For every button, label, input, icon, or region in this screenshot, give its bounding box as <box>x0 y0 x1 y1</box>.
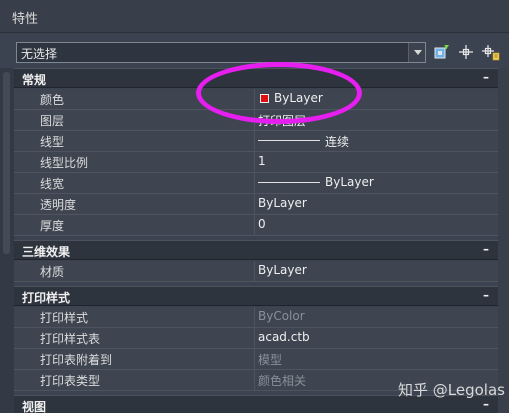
section-label: 常规 <box>22 73 47 87</box>
section-label: 三维效果 <box>22 245 71 259</box>
property-value-cell[interactable]: 1 <box>254 152 498 172</box>
lineweight-preview <box>258 182 320 183</box>
property-key: 厚度 <box>40 219 65 233</box>
property-key: 打印样式 <box>40 311 89 325</box>
property-key: 图层 <box>40 114 65 128</box>
property-key: 线宽 <box>40 177 65 191</box>
panel-side-strip <box>0 68 14 413</box>
property-key: 打印表类型 <box>40 374 101 388</box>
property-row-linetype[interactable]: 线型 连续 <box>14 131 498 152</box>
property-key: 线型比例 <box>40 156 89 170</box>
section-label: 打印样式 <box>22 291 71 305</box>
property-value-cell[interactable]: 模型 <box>254 349 498 369</box>
collapse-icon[interactable]: – <box>478 288 494 304</box>
panel-title: 特性 <box>12 12 39 27</box>
property-row-lineweight[interactable]: 线宽 ByLayer <box>14 173 498 194</box>
property-key: 打印样式表 <box>40 332 101 346</box>
property-row-plot-style[interactable]: 打印样式 ByColor <box>14 307 498 328</box>
property-value-cell[interactable]: 连续 <box>254 131 498 151</box>
collapse-icon[interactable]: – <box>478 242 494 258</box>
property-key: 透明度 <box>40 198 77 212</box>
property-row-linetype-scale[interactable]: 线型比例 1 <box>14 152 498 173</box>
property-value: ByColor <box>258 309 305 323</box>
property-value: 连续 <box>325 135 350 149</box>
property-key: 颜色 <box>40 93 65 107</box>
object-selector-dropdown[interactable]: 无选择 <box>16 42 426 63</box>
property-value-cell[interactable]: ByColor <box>254 307 498 327</box>
property-value: acad.ctb <box>258 330 310 344</box>
section-label: 视图 <box>22 400 47 413</box>
property-value-cell[interactable]: 0 <box>254 215 498 235</box>
section-plot-style[interactable]: 打印样式 – <box>14 286 498 306</box>
property-row-plot-table-attached[interactable]: 打印表附着到 模型 <box>14 349 498 370</box>
panel-right-edge <box>498 68 509 413</box>
property-key: 线型 <box>40 135 65 149</box>
property-key: 打印表附着到 <box>40 353 113 367</box>
property-value-cell[interactable]: ByLayer <box>254 194 498 214</box>
property-value: 0 <box>258 217 266 231</box>
property-value: 模型 <box>258 353 283 367</box>
linetype-preview <box>258 140 320 141</box>
scroll-thumb[interactable] <box>3 72 10 254</box>
collapse-icon[interactable]: – <box>478 70 494 86</box>
property-value-cell[interactable]: ByLayer <box>254 261 498 281</box>
property-value: ByLayer <box>258 196 307 210</box>
select-objects-icon[interactable] <box>457 43 475 61</box>
property-value-cell[interactable]: acad.ctb <box>254 328 498 348</box>
property-value: 1 <box>258 154 266 168</box>
panel-titlebar: 特性 <box>0 0 509 33</box>
property-value: 颜色相关 <box>258 374 307 388</box>
quick-select-icon[interactable] <box>433 43 451 61</box>
property-value-cell[interactable]: ByLayer <box>254 173 498 193</box>
property-key: 材质 <box>40 265 65 279</box>
chevron-down-icon[interactable] <box>408 43 425 62</box>
watermark-text: 知乎 @Legolas <box>398 381 505 399</box>
property-row-material[interactable]: 材质 ByLayer <box>14 261 498 282</box>
toggle-pickadd-icon[interactable] <box>482 43 500 61</box>
property-row-thickness[interactable]: 厚度 0 <box>14 215 498 236</box>
property-row-plot-style-table[interactable]: 打印样式表 acad.ctb <box>14 328 498 349</box>
property-value: ByLayer <box>258 263 307 277</box>
property-row-transparency[interactable]: 透明度 ByLayer <box>14 194 498 215</box>
property-value: ByLayer <box>325 175 374 189</box>
section-3d-effects[interactable]: 三维效果 – <box>14 240 498 260</box>
object-selector-value: 无选择 <box>21 47 58 61</box>
annotation-ellipse <box>196 62 362 124</box>
